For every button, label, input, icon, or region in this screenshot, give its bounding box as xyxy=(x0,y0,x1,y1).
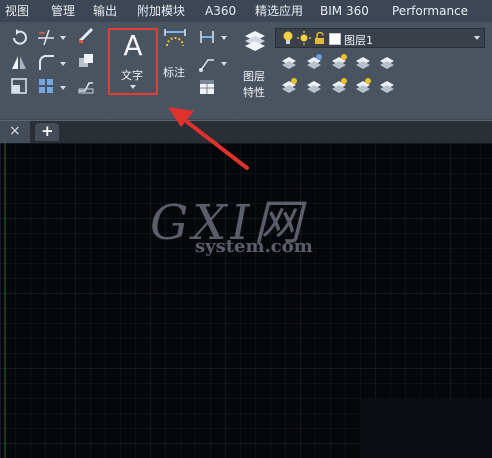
text-tool-glyph-icon: A xyxy=(123,29,143,62)
layer-tool-icon[interactable] xyxy=(280,77,298,95)
copy-icon[interactable] xyxy=(77,52,95,70)
drawing-tab-strip: × + xyxy=(0,120,492,143)
dimension-icon xyxy=(164,29,186,47)
fillet-icon[interactable] xyxy=(37,53,55,71)
layer-dropdown[interactable]: 图层1 xyxy=(275,28,485,48)
chevron-down-icon[interactable] xyxy=(221,62,227,66)
ribbon: A 文字 标注 图层 特性 图层1 xyxy=(0,22,492,141)
dimension-tool-label: 标注 xyxy=(163,66,185,79)
layer-properties-label: 图层 xyxy=(243,70,265,83)
plus-icon: + xyxy=(41,122,54,140)
layer-properties-button[interactable]: 图层 特性 xyxy=(240,28,270,100)
chevron-down-icon[interactable] xyxy=(60,86,66,90)
trim-icon[interactable] xyxy=(37,28,55,46)
layer-tool-icon[interactable] xyxy=(354,77,372,95)
watermark-sub: system.com xyxy=(195,236,313,257)
table-icon[interactable] xyxy=(198,78,216,96)
layer-tool-icon[interactable] xyxy=(330,53,348,71)
menu-view[interactable]: 视图 xyxy=(5,0,29,22)
text-tool-label: 文字 xyxy=(121,69,143,82)
layer-tool-icon[interactable] xyxy=(330,77,348,95)
layer-properties-label-2: 特性 xyxy=(243,86,265,99)
layer-tool-icon[interactable] xyxy=(280,53,298,71)
text-tool-button[interactable]: A 文字 xyxy=(108,28,158,95)
lock-open-icon xyxy=(315,32,324,44)
chevron-down-icon[interactable] xyxy=(60,36,66,40)
menu-bar: 视图 管理 输出 附加模块 A360 精选应用 BIM 360 Performa… xyxy=(0,0,492,22)
menu-addins[interactable]: 附加模块 xyxy=(137,0,185,22)
leader-icon[interactable] xyxy=(198,54,216,72)
chevron-down-icon xyxy=(130,85,136,89)
sun-icon xyxy=(297,31,311,45)
close-icon: × xyxy=(9,123,21,139)
close-tab-button[interactable]: × xyxy=(0,121,31,143)
menu-manage[interactable]: 管理 xyxy=(51,0,75,22)
scale-icon[interactable] xyxy=(10,77,28,95)
layer-properties-icon xyxy=(245,31,265,51)
lightbulb-icon xyxy=(283,31,293,44)
drawing-canvas[interactable]: GXI网 system.com xyxy=(0,143,492,458)
menu-performance[interactable]: Performance xyxy=(392,0,468,22)
menu-bim360[interactable]: BIM 360 xyxy=(320,0,369,22)
layer-tool-icon[interactable] xyxy=(378,53,396,71)
menu-featured-apps[interactable]: 精选应用 xyxy=(255,0,303,22)
menu-a360[interactable]: A360 xyxy=(205,0,236,22)
layer-color-swatch xyxy=(329,33,341,45)
new-tab-button[interactable]: + xyxy=(35,122,59,141)
chevron-down-icon[interactable] xyxy=(221,36,227,40)
menu-output[interactable]: 输出 xyxy=(93,0,117,22)
array-icon[interactable] xyxy=(37,77,55,95)
layer-tool-icon[interactable] xyxy=(305,53,323,71)
stretch-icon[interactable] xyxy=(77,77,95,95)
dimension-tool-button[interactable]: 标注 xyxy=(160,28,190,84)
linear-dimension-icon[interactable] xyxy=(198,28,216,46)
layer-tool-icon[interactable] xyxy=(354,53,372,71)
layer-tool-icon[interactable] xyxy=(305,77,323,95)
chevron-down-icon xyxy=(474,36,480,40)
rotate-icon[interactable] xyxy=(10,28,28,46)
erase-icon[interactable] xyxy=(77,26,95,44)
chevron-down-icon[interactable] xyxy=(60,62,66,66)
layer-dropdown-value: 图层1 xyxy=(344,34,373,47)
mirror-icon[interactable] xyxy=(10,53,28,71)
layer-tool-icon[interactable] xyxy=(378,77,396,95)
